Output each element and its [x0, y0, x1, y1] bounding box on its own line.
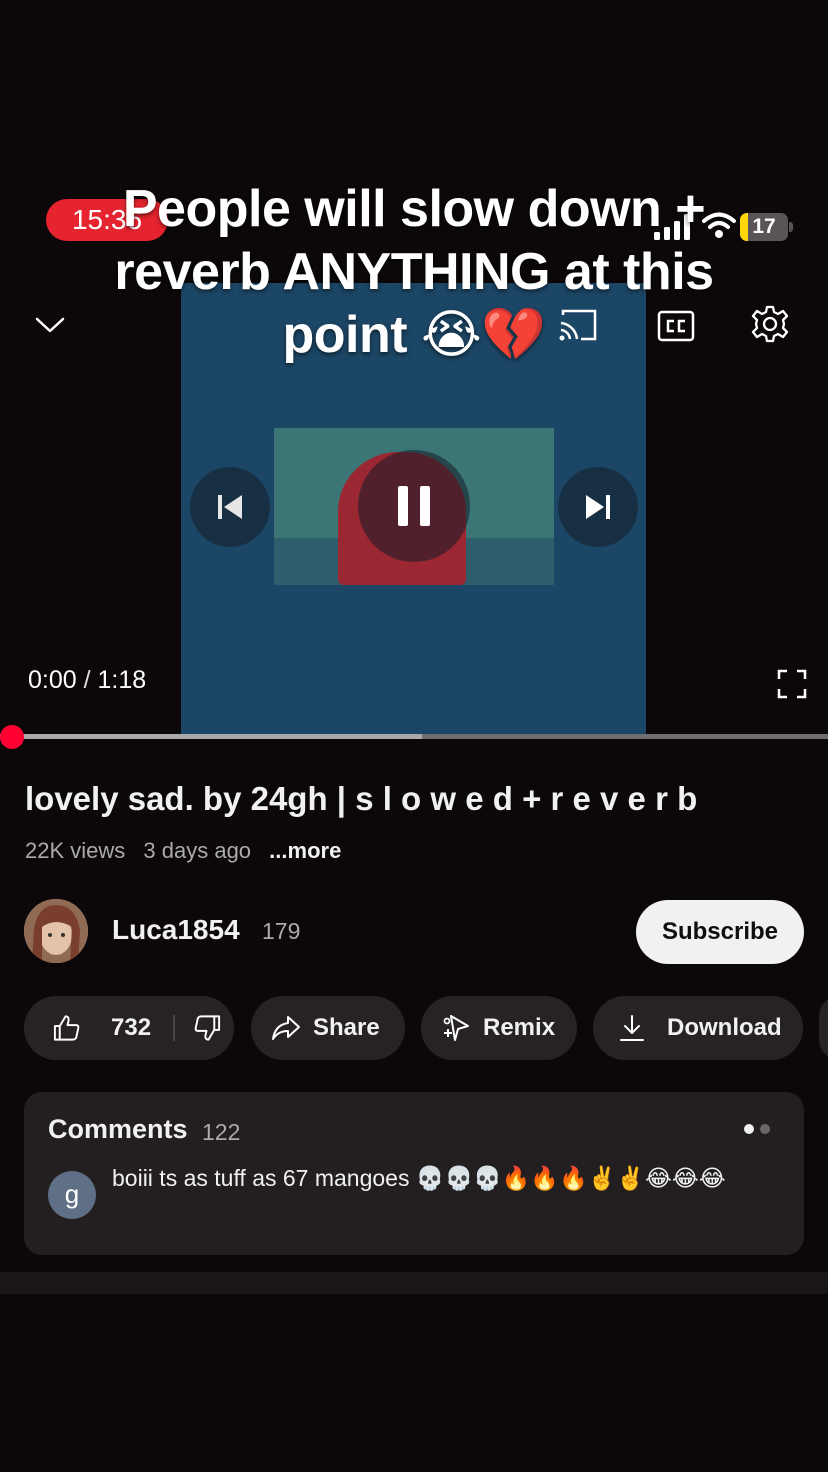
comments-count: 122 [202, 1119, 241, 1145]
cast-icon[interactable] [557, 305, 597, 345]
page-dot-active [744, 1124, 754, 1134]
channel-avatar[interactable] [24, 899, 88, 963]
cc-icon[interactable] [656, 306, 696, 346]
thumbs-down-icon[interactable] [193, 1013, 222, 1043]
commenter-avatar: g [48, 1171, 96, 1219]
chevron-down-icon[interactable] [30, 304, 70, 344]
channel-name[interactable]: Luca1854 [112, 914, 240, 946]
gear-icon[interactable] [750, 304, 790, 344]
next-button[interactable] [558, 467, 638, 547]
share-icon [272, 1016, 300, 1040]
subscriber-count: 179 [262, 918, 301, 944]
time-separator: / [83, 666, 91, 694]
battery-tip [789, 222, 793, 232]
download-button[interactable]: Download [593, 996, 803, 1060]
duration: 1:18 [97, 666, 147, 694]
more-actions-pill[interactable] [819, 996, 828, 1060]
progress-buffer [0, 734, 422, 739]
upload-age: 3 days ago [143, 838, 252, 863]
remix-label: Remix [483, 1014, 556, 1041]
section-divider [0, 1272, 828, 1294]
page-dot [760, 1124, 770, 1134]
fullscreen-icon[interactable] [776, 668, 808, 700]
thumbs-up-icon[interactable] [52, 1013, 81, 1043]
like-divider [173, 1015, 175, 1041]
top-comment-text: boiii ts as tuff as 67 mangoes 💀💀💀🔥🔥🔥✌️✌… [112, 1165, 726, 1191]
view-count: 22K views [25, 838, 126, 863]
subscribe-button[interactable]: Subscribe [636, 900, 804, 964]
remix-icon [443, 1015, 469, 1041]
video-meta[interactable]: 22K views 3 days ago ...more [25, 838, 353, 864]
progress-scrubber[interactable] [0, 725, 24, 749]
share-button[interactable]: Share [251, 996, 405, 1060]
pause-button[interactable] [358, 450, 470, 562]
comments-page-dots [744, 1121, 776, 1139]
download-label: Download [667, 1014, 782, 1041]
comments-title: Comments [48, 1114, 188, 1144]
download-icon [620, 1015, 644, 1041]
share-label: Share [313, 1014, 380, 1041]
like-count[interactable]: 732 [111, 1014, 151, 1042]
previous-icon [218, 495, 242, 519]
like-dislike-pill: 732 [24, 996, 234, 1060]
video-title: lovely sad. by 24gh | s l o w e d + r e … [25, 780, 698, 817]
channel-avatar-image [24, 899, 88, 963]
pause-icon [398, 486, 430, 526]
more-link[interactable]: ...more [269, 838, 341, 863]
next-icon [586, 495, 610, 519]
previous-button[interactable] [190, 467, 270, 547]
remix-button[interactable]: Remix [421, 996, 577, 1060]
time-display: 0:00 / 1:18 [28, 666, 146, 695]
current-time: 0:00 [28, 666, 77, 694]
